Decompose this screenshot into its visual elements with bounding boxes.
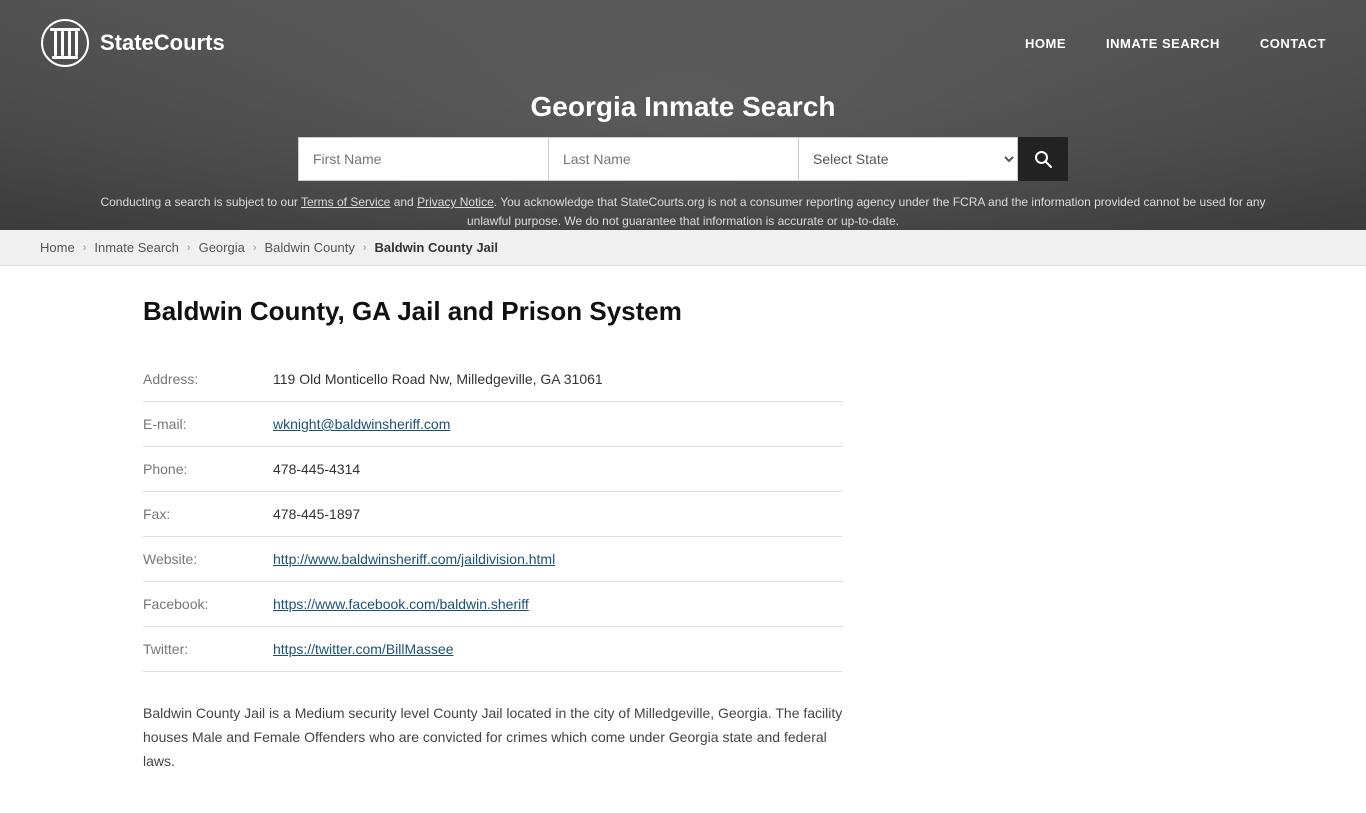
email-label: E-mail: bbox=[143, 402, 273, 447]
table-row: Website: http://www.baldwinsheriff.com/j… bbox=[143, 537, 843, 582]
breadcrumb-home[interactable]: Home bbox=[40, 240, 75, 255]
twitter-link[interactable]: https://twitter.com/BillMassee bbox=[273, 641, 454, 657]
table-row: Twitter: https://twitter.com/BillMassee bbox=[143, 627, 843, 672]
terms-link[interactable]: Terms of Service bbox=[301, 195, 390, 209]
disclaimer: Conducting a search is subject to our Te… bbox=[0, 193, 1366, 230]
fax-value: 478-445-1897 bbox=[273, 492, 843, 537]
info-table: Address: 119 Old Monticello Road Nw, Mil… bbox=[143, 357, 843, 672]
state-select[interactable]: Select State Alabama Alaska Arizona Geor… bbox=[798, 137, 1018, 181]
disclaimer-text-before: Conducting a search is subject to our bbox=[100, 195, 301, 209]
breadcrumb-sep-1: › bbox=[83, 242, 87, 254]
table-row: Address: 119 Old Monticello Road Nw, Mil… bbox=[143, 357, 843, 402]
nav: StateCourts HOME INMATE SEARCH CONTACT bbox=[0, 0, 1366, 86]
website-label: Website: bbox=[143, 537, 273, 582]
address-value: 119 Old Monticello Road Nw, Milledgevill… bbox=[273, 357, 843, 402]
hero-title: Georgia Inmate Search bbox=[0, 91, 1366, 123]
main-content: Baldwin County, GA Jail and Prison Syste… bbox=[83, 266, 1283, 813]
table-row: Fax: 478-445-1897 bbox=[143, 492, 843, 537]
email-link[interactable]: wknight@baldwinsheriff.com bbox=[273, 416, 450, 432]
breadcrumb-county[interactable]: Baldwin County bbox=[265, 240, 355, 255]
breadcrumb-sep-4: › bbox=[363, 242, 367, 254]
facebook-value: https://www.facebook.com/baldwin.sheriff bbox=[273, 582, 843, 627]
logo-icon bbox=[40, 18, 90, 68]
nav-inmate-search[interactable]: INMATE SEARCH bbox=[1106, 36, 1220, 51]
first-name-input[interactable] bbox=[298, 137, 548, 181]
breadcrumb-sep-2: › bbox=[187, 242, 191, 254]
twitter-value: https://twitter.com/BillMassee bbox=[273, 627, 843, 672]
breadcrumb-inmate-search[interactable]: Inmate Search bbox=[94, 240, 179, 255]
logo-text: StateCourts bbox=[100, 30, 225, 56]
email-value: wknight@baldwinsheriff.com bbox=[273, 402, 843, 447]
table-row: Phone: 478-445-4314 bbox=[143, 447, 843, 492]
breadcrumb-state[interactable]: Georgia bbox=[199, 240, 245, 255]
header: StateCourts HOME INMATE SEARCH CONTACT G… bbox=[0, 0, 1366, 230]
twitter-label: Twitter: bbox=[143, 627, 273, 672]
nav-links: HOME INMATE SEARCH CONTACT bbox=[1025, 36, 1326, 51]
breadcrumb-sep-3: › bbox=[253, 242, 257, 254]
description: Baldwin County Jail is a Medium security… bbox=[143, 702, 843, 773]
last-name-input[interactable] bbox=[548, 137, 798, 181]
phone-value: 478-445-4314 bbox=[273, 447, 843, 492]
table-row: E-mail: wknight@baldwinsheriff.com bbox=[143, 402, 843, 447]
disclaimer-text-after: . You acknowledge that StateCourts.org i… bbox=[467, 195, 1266, 228]
website-value: http://www.baldwinsheriff.com/jaildivisi… bbox=[273, 537, 843, 582]
breadcrumb-current: Baldwin County Jail bbox=[375, 240, 499, 255]
search-bar: Select State Alabama Alaska Arizona Geor… bbox=[283, 137, 1083, 181]
table-row: Facebook: https://www.facebook.com/baldw… bbox=[143, 582, 843, 627]
search-icon bbox=[1033, 149, 1053, 169]
fax-label: Fax: bbox=[143, 492, 273, 537]
facebook-link[interactable]: https://www.facebook.com/baldwin.sheriff bbox=[273, 596, 529, 612]
privacy-link[interactable]: Privacy Notice bbox=[417, 195, 494, 209]
logo[interactable]: StateCourts bbox=[40, 18, 225, 68]
page-title: Baldwin County, GA Jail and Prison Syste… bbox=[143, 296, 1223, 327]
nav-contact[interactable]: CONTACT bbox=[1260, 36, 1326, 51]
disclaimer-text-middle: and bbox=[390, 195, 417, 209]
website-link[interactable]: http://www.baldwinsheriff.com/jaildivisi… bbox=[273, 551, 555, 567]
breadcrumb: Home › Inmate Search › Georgia › Baldwin… bbox=[0, 230, 1366, 266]
phone-label: Phone: bbox=[143, 447, 273, 492]
address-label: Address: bbox=[143, 357, 273, 402]
facebook-label: Facebook: bbox=[143, 582, 273, 627]
nav-home[interactable]: HOME bbox=[1025, 36, 1066, 51]
search-button[interactable] bbox=[1018, 137, 1068, 181]
